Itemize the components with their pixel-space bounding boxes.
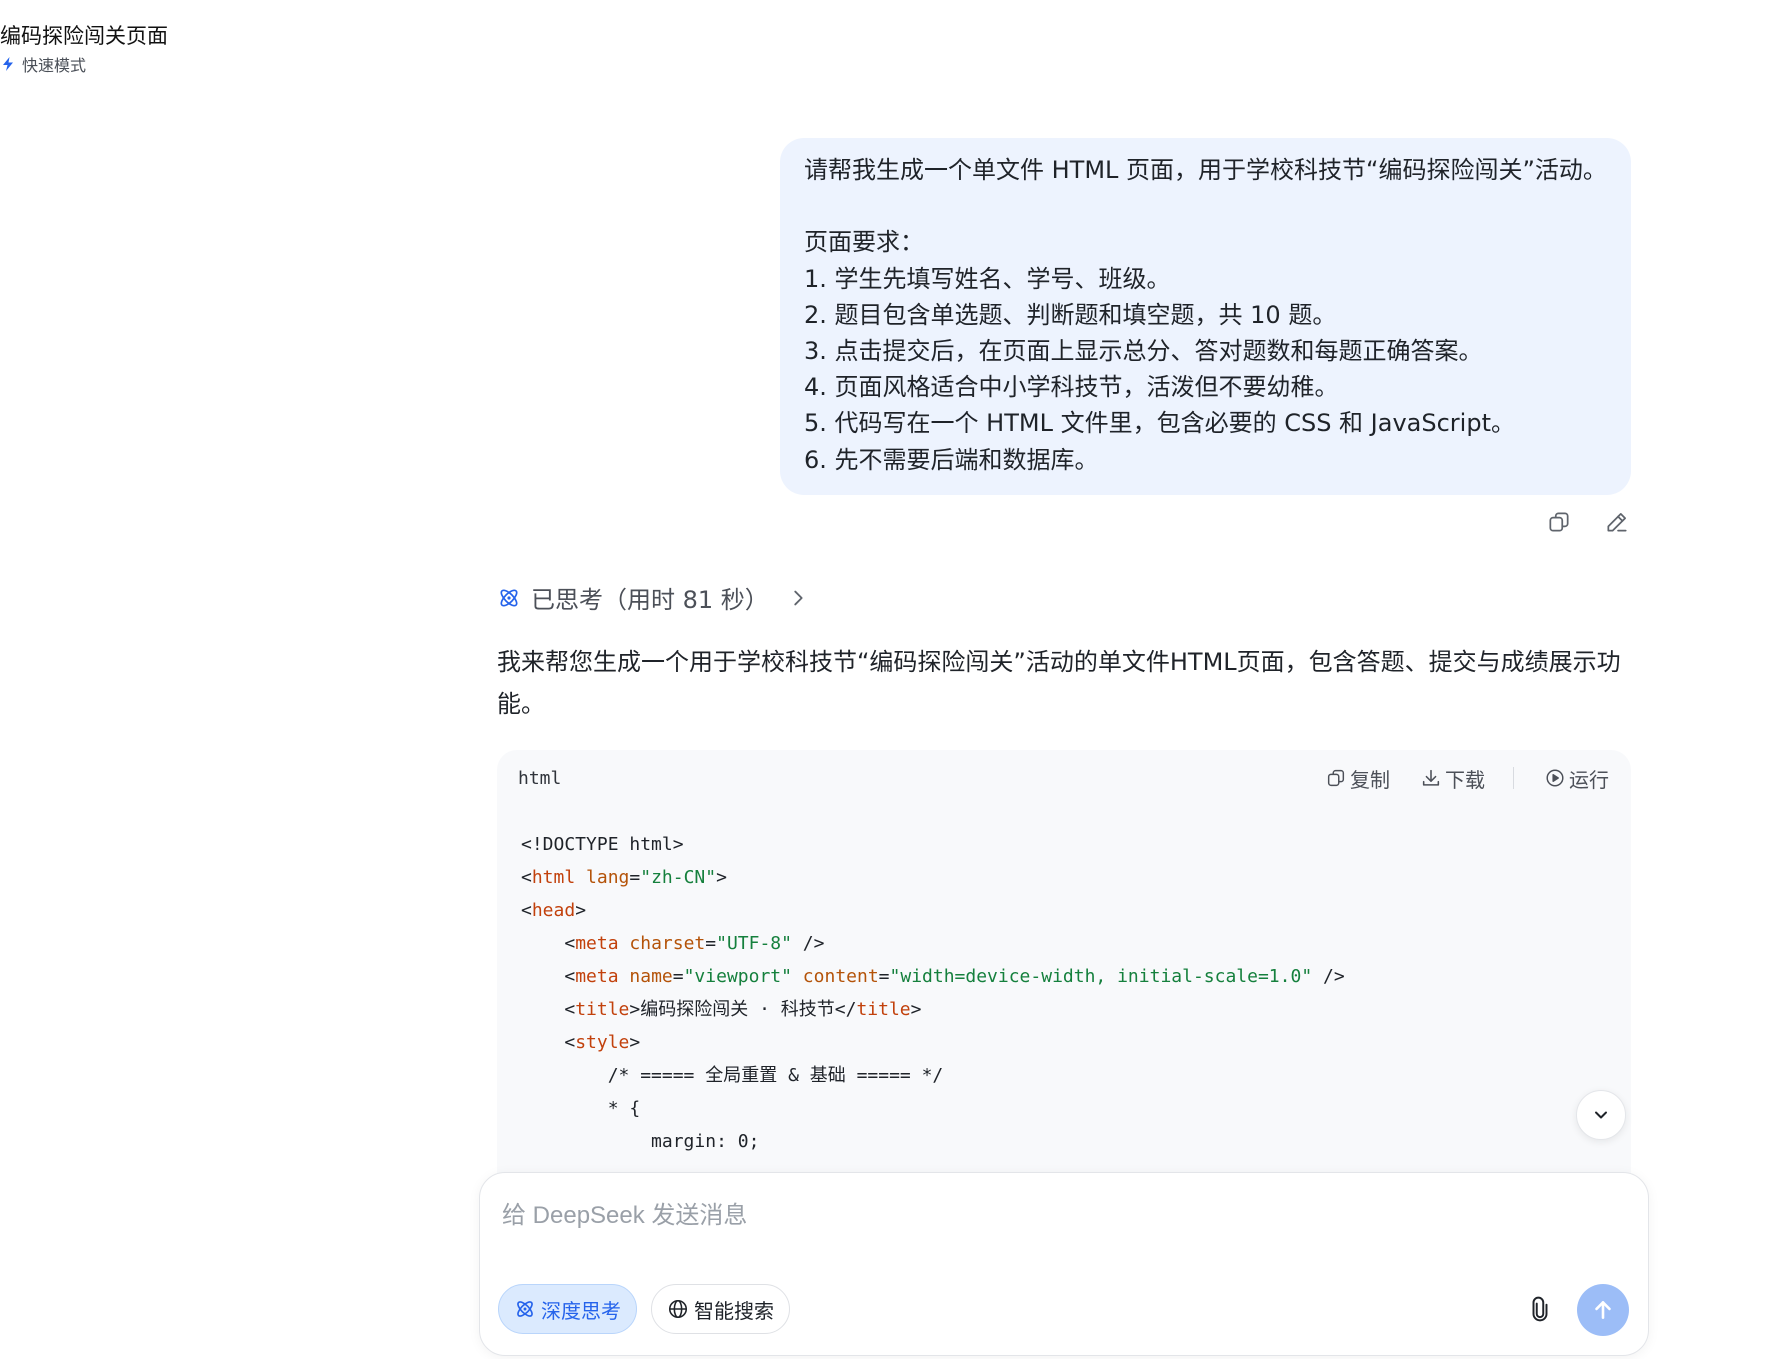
user-message-actions bbox=[1545, 508, 1631, 536]
user-message-line: 请帮我生成一个单文件 HTML 页面，用于学校科技节“编码探险闯关”活动。 bbox=[804, 156, 1607, 184]
atom-icon bbox=[500, 588, 518, 607]
message-composer: 深度思考 智能搜索 bbox=[479, 1172, 1649, 1356]
chevron-down-icon bbox=[1595, 1111, 1607, 1119]
smart-search-label: 智能搜索 bbox=[694, 1298, 774, 1323]
code-line: <meta name="viewport" content="width=dev… bbox=[564, 966, 1345, 987]
atom-icon bbox=[517, 1301, 533, 1317]
code-line: * { bbox=[521, 1098, 641, 1119]
attach-file-button[interactable] bbox=[1525, 1294, 1555, 1324]
code-block-toolbar: 复制 下载 运行 bbox=[1325, 764, 1609, 793]
download-code-button[interactable]: 下载 bbox=[1420, 764, 1485, 793]
code-line: <style> bbox=[564, 1032, 641, 1053]
scroll-to-bottom-button[interactable] bbox=[1576, 1090, 1626, 1140]
download-icon bbox=[1422, 769, 1440, 786]
code-line: <head> bbox=[521, 900, 587, 921]
code-content: <!DOCTYPE html> <html lang="zh-CN"> <hea… bbox=[497, 806, 1631, 1158]
user-message-bubble: 请帮我生成一个单文件 HTML 页面，用于学校科技节“编码探险闯关”活动。 页面… bbox=[780, 138, 1631, 495]
copy-message-button[interactable] bbox=[1545, 508, 1573, 536]
user-message-line: 4. 页面风格适合中小学科技节，活泼但不要幼稚。 bbox=[804, 373, 1339, 402]
toolbar-divider bbox=[1513, 767, 1514, 789]
user-message-line bbox=[804, 188, 1607, 224]
user-message-line: 1. 学生先填写姓名、学号、班级。 bbox=[804, 264, 1171, 293]
code-line: /* ===== 全局重置 & 基础 ===== */ bbox=[521, 1065, 944, 1086]
copy-icon bbox=[1549, 512, 1569, 532]
code-line: <title>编码探险闯关 · 科技节</title> bbox=[564, 999, 922, 1020]
run-code-button[interactable]: 运行 bbox=[1544, 764, 1609, 793]
copy-code-label: 复制 bbox=[1350, 767, 1390, 792]
user-message-line: 5. 代码写在一个 HTML 文件里，包含必要的 CSS 和 JavaScrip… bbox=[804, 409, 1515, 438]
mode-indicator: 快速模式 bbox=[0, 52, 168, 76]
deep-think-label: 深度思考 bbox=[541, 1298, 621, 1323]
edit-icon bbox=[1607, 513, 1627, 532]
run-code-label: 运行 bbox=[1569, 767, 1609, 792]
arrow-up-icon bbox=[1595, 1301, 1611, 1319]
conversation-header: 编码探险闯关页面 快速模式 bbox=[0, 22, 168, 76]
edit-message-button[interactable] bbox=[1603, 508, 1631, 536]
play-circle-icon bbox=[1546, 769, 1564, 787]
user-message-line: 2. 题目包含单选题、判断题和填空题，共 10 题。 bbox=[804, 300, 1337, 329]
bolt-icon bbox=[3, 57, 13, 71]
code-line: margin: 0; bbox=[521, 1131, 760, 1152]
code-block-header: html 复制 下载 运行 bbox=[497, 750, 1631, 806]
user-message-line: 3. 点击提交后，在页面上显示总分、答对题数和每题正确答案。 bbox=[804, 337, 1483, 365]
user-message-line: 页面要求： bbox=[804, 228, 924, 257]
message-input[interactable] bbox=[502, 1193, 1622, 1239]
smart-search-toggle[interactable]: 智能搜索 bbox=[651, 1284, 790, 1334]
thinking-toggle[interactable]: 已思考（用时 81 秒） bbox=[497, 580, 809, 615]
globe-icon bbox=[668, 1299, 688, 1319]
conversation-title: 编码探险闯关页面 bbox=[0, 24, 168, 48]
thinking-label: 已思考（用时 81 秒） bbox=[531, 586, 769, 614]
code-line: <meta charset="UTF-8" /> bbox=[564, 933, 825, 954]
code-language-label: html bbox=[518, 767, 562, 789]
send-button[interactable] bbox=[1577, 1284, 1629, 1336]
assistant-intro-text: 我来帮您生成一个用于学校科技节“编码探险闯关”活动的单文件HTML页面，包含答题… bbox=[497, 648, 1621, 718]
mode-label: 快速模式 bbox=[22, 56, 87, 75]
code-line: <html lang="zh-CN"> bbox=[521, 867, 727, 888]
download-code-label: 下载 bbox=[1445, 767, 1485, 792]
user-message-line: 6. 先不需要后端和数据库。 bbox=[804, 445, 1099, 474]
code-line: <!DOCTYPE html> bbox=[521, 834, 684, 855]
chevron-right-icon bbox=[794, 590, 803, 605]
code-block: html 复制 下载 运行 <!DOCTYPE html> <html lang… bbox=[497, 750, 1631, 1180]
copy-icon bbox=[1327, 769, 1345, 787]
copy-code-button[interactable]: 复制 bbox=[1325, 764, 1390, 793]
paperclip-icon bbox=[1532, 1296, 1548, 1322]
deep-think-toggle[interactable]: 深度思考 bbox=[498, 1284, 637, 1334]
